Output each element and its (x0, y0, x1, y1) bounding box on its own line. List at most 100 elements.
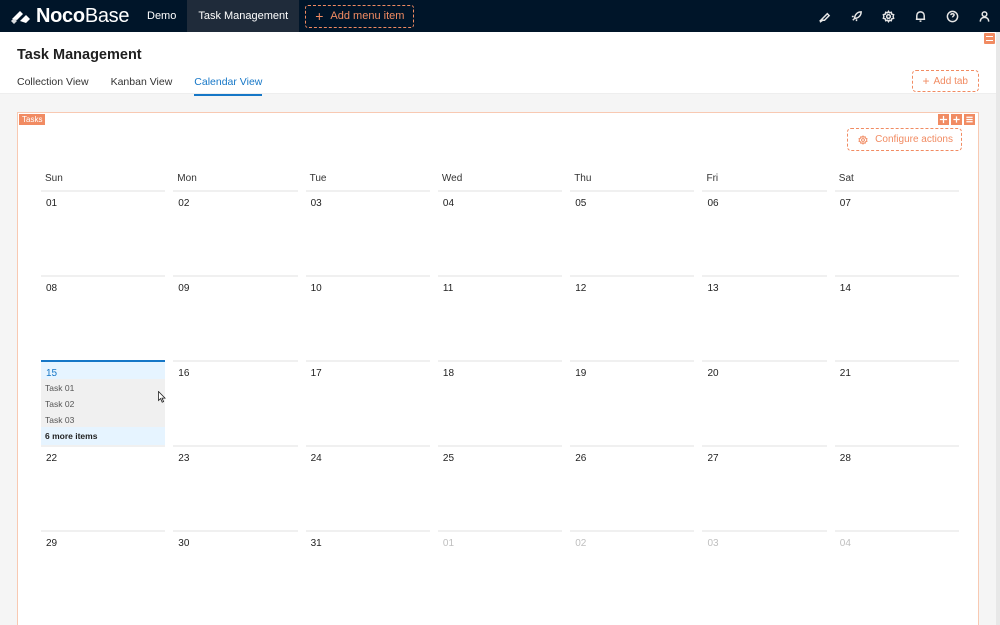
calendar-day-cell[interactable]: 03 (698, 530, 830, 615)
calendar-day-cell[interactable]: 10 (302, 275, 434, 360)
calendar-day-cell[interactable]: 30 (169, 530, 301, 615)
calendar-day-cell[interactable]: 29 (37, 530, 169, 615)
tab-calendar-view[interactable]: Calendar View (194, 76, 263, 96)
day-cell-body: 18 (437, 360, 563, 445)
block-collection-tag: Tasks (19, 114, 46, 125)
day-number: 19 (575, 368, 587, 379)
calendar-day-cell[interactable]: 28 (831, 445, 963, 530)
weekday-label: Sat (838, 173, 854, 184)
weekday-label: Wed (441, 173, 463, 184)
calendar-day-cell[interactable]: 03 (302, 190, 434, 275)
calendar-day-cell-today[interactable]: 15 Task 01 Task 02 Task 03 6 more items (37, 360, 169, 445)
day-number: 02 (178, 198, 190, 209)
calendar-day-cell[interactable]: 04 (831, 530, 963, 615)
day-cell-body: 22 (41, 445, 166, 530)
calendar-day-cell[interactable]: 01 (434, 530, 566, 615)
more-events-link[interactable]: 6 more items (41, 427, 165, 445)
day-cell-body: 07 (834, 190, 960, 275)
nocobase-logo-icon (11, 11, 30, 24)
scrollbar[interactable] (996, 32, 1000, 625)
drag-handle-icon[interactable] (938, 114, 949, 125)
page-settings-icon[interactable] (984, 33, 995, 44)
add-block-icon[interactable] (951, 114, 962, 125)
day-number: 01 (46, 198, 58, 209)
day-number: 16 (178, 368, 190, 379)
add-tab-button[interactable]: + Add tab (911, 70, 979, 92)
calendar-day-cell[interactable]: 12 (566, 275, 698, 360)
block-menu-icon[interactable] (964, 114, 975, 125)
calendar-day-cell[interactable]: 08 (37, 275, 169, 360)
calendar-day-cell[interactable]: 13 (698, 275, 830, 360)
calendar-day-cell[interactable]: 02 (169, 190, 301, 275)
day-cell-body: 16 (173, 360, 298, 445)
day-cell-body: 17 (305, 360, 430, 445)
calendar-day-cell[interactable]: 14 (831, 275, 963, 360)
configure-actions-button[interactable]: Configure actions (847, 128, 962, 151)
day-number: 04 (442, 198, 455, 209)
day-number: 21 (839, 368, 851, 379)
user-icon[interactable] (968, 0, 1000, 32)
calendar-day-cell[interactable]: 01 (37, 190, 169, 275)
calendar-block: Tasks Configure actions Sun Mon Tue Wed Thu F… (17, 112, 979, 625)
calendar-day-cell[interactable]: 17 (302, 360, 434, 445)
bell-icon[interactable] (904, 0, 936, 32)
add-menu-item-label: Add menu item (330, 10, 405, 22)
day-cell-body: 21 (834, 360, 960, 445)
gear-icon (858, 134, 868, 145)
day-number: 12 (575, 283, 587, 294)
rocket-icon[interactable] (840, 0, 872, 32)
day-number: 04 (839, 538, 851, 549)
help-icon[interactable] (936, 0, 968, 32)
event-item[interactable]: Task 02 (41, 395, 166, 411)
calendar-day-cell[interactable]: 07 (831, 190, 963, 275)
nav-item-task-management[interactable]: Task Management (187, 0, 300, 32)
day-number: 22 (46, 453, 58, 464)
calendar-day-cell[interactable]: 11 (434, 275, 566, 360)
calendar-day-cell[interactable]: 06 (698, 190, 830, 275)
gear-icon[interactable] (872, 0, 904, 32)
day-number: 06 (707, 198, 719, 209)
calendar-day-cell[interactable]: 05 (566, 190, 698, 275)
day-number: 03 (310, 198, 322, 209)
day-cell-body: 11 (437, 275, 563, 360)
calendar-body: 01 02 03 04 05 06 07 08 09 10 11 12 13 14 15 Task 01 Tas… (37, 190, 963, 615)
day-cell-body: 03 (702, 530, 827, 615)
event-item[interactable]: Task 01 (41, 379, 166, 395)
day-cell-body: 25 (437, 445, 563, 530)
day-cell-body: 06 (702, 190, 827, 275)
calendar-day-cell[interactable]: 23 (169, 445, 301, 530)
day-number: 17 (310, 368, 322, 379)
day-number: 31 (310, 538, 322, 549)
day-cell-body: 02 (570, 530, 695, 615)
page-tabs: Collection View Kanban View Calendar Vie… (17, 76, 284, 96)
highlighter-icon[interactable] (808, 0, 840, 32)
calendar-day-cell[interactable]: 16 (169, 360, 301, 445)
day-number: 29 (46, 538, 58, 549)
calendar-day-cell[interactable]: 20 (698, 360, 830, 445)
calendar-day-cell[interactable]: 26 (566, 445, 698, 530)
logo[interactable]: NocoBase (0, 0, 136, 32)
day-number: 01 (442, 538, 455, 549)
calendar-grid: Sun Mon Tue Wed Thu Fri Sat 01 02 03 04 05 06 07 08 09… (37, 165, 963, 615)
calendar-day-cell[interactable]: 04 (434, 190, 566, 275)
day-number: 15 (46, 368, 58, 379)
tab-kanban-view[interactable]: Kanban View (111, 76, 173, 96)
calendar-day-cell[interactable]: 24 (302, 445, 434, 530)
nav-item-demo[interactable]: Demo (136, 0, 187, 32)
day-cell-body: 03 (305, 190, 430, 275)
day-number: 07 (839, 198, 851, 209)
event-item[interactable]: Task 03 (41, 411, 166, 427)
calendar-day-cell[interactable]: 22 (37, 445, 169, 530)
calendar-day-cell[interactable]: 31 (302, 530, 434, 615)
day-cell-body: 29 (41, 530, 166, 615)
calendar-day-cell[interactable]: 18 (434, 360, 566, 445)
calendar-day-cell[interactable]: 19 (566, 360, 698, 445)
calendar-day-cell[interactable]: 27 (698, 445, 830, 530)
add-menu-item-button[interactable]: + Add menu item (305, 4, 415, 28)
calendar-day-cell[interactable]: 21 (831, 360, 963, 445)
tab-collection-view[interactable]: Collection View (17, 76, 89, 96)
mouse-cursor-icon (158, 391, 166, 403)
calendar-day-cell[interactable]: 09 (169, 275, 301, 360)
calendar-day-cell[interactable]: 25 (434, 445, 566, 530)
calendar-day-cell[interactable]: 02 (566, 530, 698, 615)
